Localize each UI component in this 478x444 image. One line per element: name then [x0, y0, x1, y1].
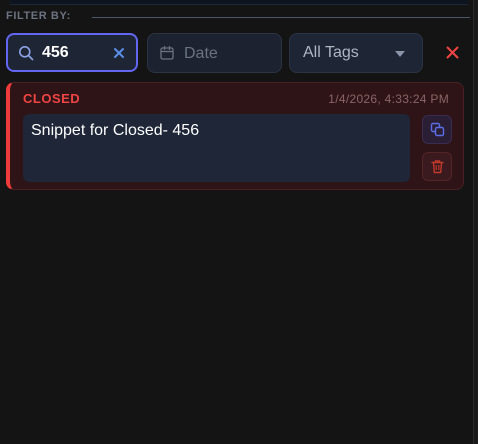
filter-label: FILTER BY: [6, 10, 71, 22]
copy-icon [430, 122, 445, 137]
copy-button[interactable] [422, 115, 452, 144]
search-icon [19, 46, 34, 61]
filter-header: FILTER BY: [6, 10, 470, 24]
search-field[interactable] [6, 33, 138, 72]
snippet-text[interactable]: Snippet for Closed- 456 [23, 114, 410, 182]
delete-button[interactable] [422, 152, 452, 181]
timestamp: 1/4/2026, 4:33:24 PM [328, 92, 449, 106]
tags-selected: All Tags [303, 44, 359, 61]
search-input[interactable] [42, 43, 108, 63]
chevron-down-icon [395, 51, 405, 57]
date-field[interactable]: Date [147, 33, 282, 73]
tags-select[interactable]: All Tags [289, 33, 423, 73]
snippet-card: CLOSED 1/4/2026, 4:33:24 PM Snippet for … [6, 82, 464, 190]
clear-icon[interactable] [112, 46, 126, 60]
divider [92, 17, 470, 18]
trash-icon [431, 160, 444, 174]
top-panel-edge [10, 0, 468, 5]
scrollbar[interactable] [473, 0, 478, 444]
status-badge: CLOSED [23, 91, 81, 106]
date-placeholder: Date [184, 45, 218, 62]
close-icon[interactable] [446, 46, 459, 59]
calendar-icon [160, 45, 174, 60]
